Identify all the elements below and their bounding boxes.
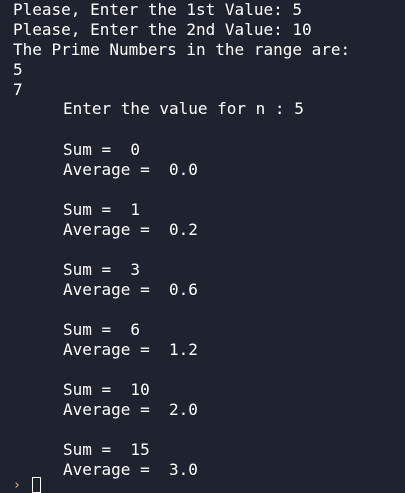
terminal-window[interactable]: Please, Enter the 1st Value: 5 Please, E…	[0, 0, 405, 493]
output-line-average: Average = 0.6	[63, 280, 198, 299]
output-line-average: Average = 0.0	[63, 160, 198, 179]
output-line-average: Average = 0.2	[63, 220, 198, 239]
output-line-sum: Sum = 1	[63, 200, 141, 219]
output-line-sum: Sum = 15	[63, 440, 150, 459]
output-line-average: Average = 3.0	[63, 460, 198, 479]
output-line-average: Average = 1.2	[63, 340, 198, 359]
output-line-sum: Sum = 0	[63, 140, 141, 159]
prompt-arrow-icon: ›	[13, 478, 21, 493]
output-line-prime: 5	[13, 60, 23, 79]
output-line-first-value: Please, Enter the 1st Value: 5	[13, 0, 302, 19]
output-line-prime: 7	[13, 80, 23, 99]
output-line-primes-heading: The Prime Numbers in the range are:	[13, 40, 351, 59]
output-line-average: Average = 2.0	[63, 400, 198, 419]
text-cursor[interactable]	[32, 477, 41, 493]
output-line-sum: Sum = 6	[63, 320, 141, 339]
output-line-enter-n: Enter the value for n : 5	[63, 99, 304, 118]
output-line-second-value: Please, Enter the 2nd Value: 10	[13, 20, 312, 39]
output-line-sum: Sum = 3	[63, 260, 141, 279]
output-line-sum: Sum = 10	[63, 380, 150, 399]
